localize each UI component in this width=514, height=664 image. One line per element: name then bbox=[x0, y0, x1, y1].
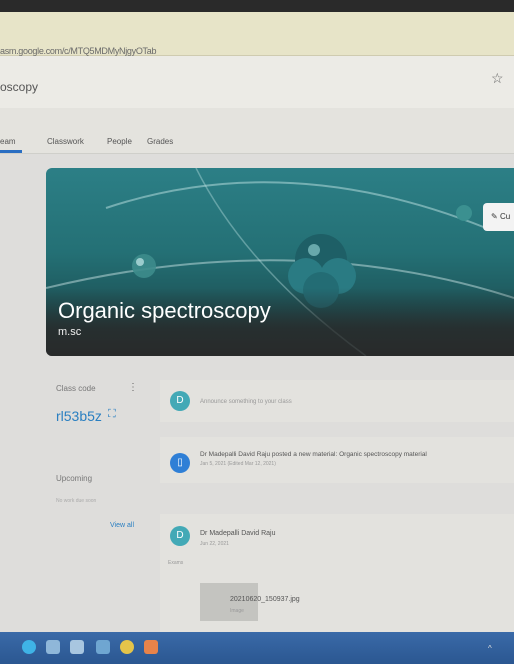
class-code-label: Class code bbox=[56, 384, 96, 393]
screen-bezel bbox=[0, 0, 514, 12]
store-icon[interactable] bbox=[70, 640, 84, 654]
post-author: Dr Madepalli David Raju bbox=[200, 530, 276, 537]
app-header bbox=[0, 56, 514, 108]
mail-icon[interactable] bbox=[96, 640, 110, 654]
tray-chevron-icon[interactable]: ^ bbox=[488, 644, 492, 653]
more-vert-icon[interactable]: ⋮ bbox=[128, 382, 138, 393]
upcoming-empty: No work due soon bbox=[56, 498, 97, 504]
active-tab-indicator bbox=[0, 150, 22, 153]
attachment-type: Image bbox=[230, 608, 244, 614]
view-all-link[interactable]: View all bbox=[110, 522, 134, 529]
app-icon[interactable] bbox=[144, 640, 158, 654]
edge-icon[interactable] bbox=[22, 640, 36, 654]
chrome-icon[interactable] bbox=[120, 640, 134, 654]
customize-button[interactable]: ✎ Cu bbox=[483, 203, 514, 231]
tab-people[interactable]: People bbox=[107, 137, 132, 146]
material-post[interactable] bbox=[160, 437, 514, 483]
post-date: Jun 22, 2021 bbox=[200, 541, 229, 547]
tab-stream[interactable]: eam bbox=[0, 137, 16, 146]
upcoming-label: Upcoming bbox=[56, 474, 93, 483]
class-title: oscopy bbox=[0, 80, 39, 94]
class-banner: Organic spectroscopy m.sc bbox=[46, 168, 514, 356]
avatar: D bbox=[170, 526, 190, 546]
star-icon[interactable]: ☆ bbox=[491, 70, 504, 87]
announce-input[interactable]: Announce something to your class bbox=[200, 399, 292, 405]
class-code-value: rl53b5z bbox=[56, 408, 102, 424]
files-icon[interactable] bbox=[46, 640, 60, 654]
class-name: Organic spectroscopy bbox=[58, 298, 271, 323]
pencil-icon: ✎ bbox=[491, 212, 498, 221]
fullscreen-icon[interactable]: ⛶ bbox=[108, 408, 116, 421]
avatar: D bbox=[170, 391, 190, 411]
url-text[interactable]: asm.google.com/c/MTQ5MDMyNjgyOTab bbox=[0, 46, 156, 56]
attachment-name[interactable]: 20210620_150937.jpg bbox=[230, 596, 300, 603]
customize-label: Cu bbox=[499, 212, 511, 221]
material-icon: ▯ bbox=[170, 453, 190, 473]
post-text[interactable]: Dr Madepalli David Raju posted a new mat… bbox=[200, 451, 427, 458]
tab-classwork[interactable]: Classwork bbox=[47, 137, 84, 146]
class-section: m.sc bbox=[58, 326, 82, 338]
tab-bar bbox=[0, 108, 514, 154]
post-body: Exams bbox=[168, 560, 184, 566]
tab-grades[interactable]: Grades bbox=[147, 137, 173, 146]
post-date: Jan 5, 2021 (Edited Mar 12, 2021) bbox=[200, 461, 276, 467]
